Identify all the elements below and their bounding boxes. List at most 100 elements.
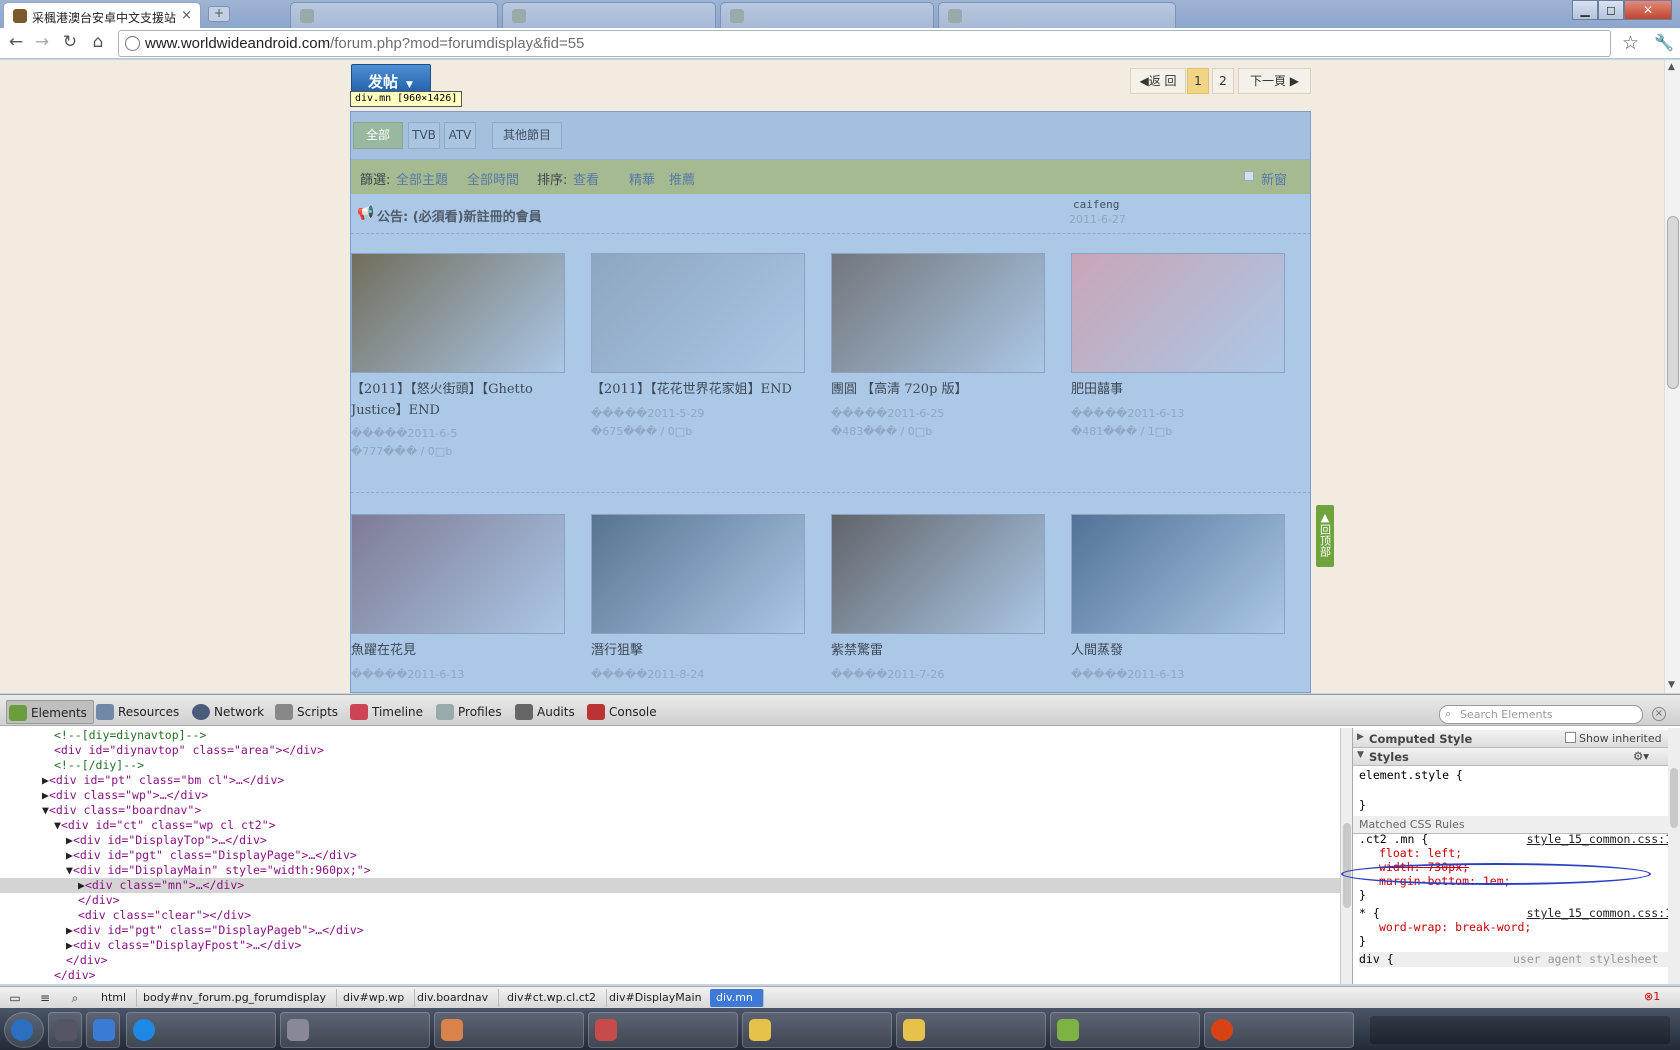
taskbar-item[interactable] — [86, 1012, 120, 1048]
console-drawer-icon[interactable]: ≡ — [36, 989, 54, 1007]
css-source-link[interactable]: style_15_common.css:1 — [1527, 832, 1672, 847]
taskbar-item[interactable] — [126, 1012, 276, 1048]
back-icon[interactable]: ← — [4, 30, 28, 54]
thread-thumbnail[interactable] — [351, 253, 565, 373]
css-property[interactable]: word-wrap: break-word; — [1379, 920, 1680, 935]
collapse-triangle-icon[interactable]: ▼ — [54, 818, 61, 832]
css-source-link[interactable]: style_15_common.css:1 — [1527, 906, 1672, 921]
search-elements-input[interactable]: ⌕ Search Elements — [1439, 705, 1643, 724]
scrollbar-thumb[interactable] — [1343, 823, 1351, 908]
thread-thumbnail[interactable] — [591, 514, 805, 634]
minimize-button[interactable]: ▁ — [1572, 0, 1598, 20]
thread-thumbnail[interactable] — [1071, 514, 1285, 634]
browser-tab-active[interactable]: 采楓港澳台安卓中文支援站 × — [3, 2, 201, 28]
thread-title[interactable]: 【2011】【怒火街頭】【Ghetto Justice】END — [351, 379, 565, 421]
home-icon[interactable]: ⌂ — [86, 30, 110, 54]
devtools-tab-resources[interactable]: Resources — [94, 700, 179, 724]
taskbar-item[interactable] — [1204, 1012, 1354, 1048]
close-window-button[interactable]: ✕ — [1624, 0, 1672, 20]
filter-all-topics[interactable]: 全部主題 — [396, 169, 448, 188]
dom-tree-scrollbar[interactable] — [1340, 728, 1352, 984]
devtools-tab-scripts[interactable]: Scripts — [273, 700, 338, 724]
tab-tvb[interactable]: TVB — [408, 122, 440, 149]
thread-title[interactable]: 【2011】【花花世界花家姐】END — [591, 379, 805, 400]
expand-triangle-icon[interactable]: ▶ — [42, 773, 49, 787]
back-to-top-button[interactable]: ▲ 回顶部 — [1316, 505, 1334, 567]
thread-title[interactable]: 團圓 【高清 720p 版】 — [831, 379, 1045, 400]
dom-node[interactable]: ▼<div id="DisplayMain" style="width:960p… — [0, 863, 1340, 878]
crumb-displaymain[interactable]: div#DisplayMain — [603, 989, 713, 1007]
expand-triangle-icon[interactable]: ▶ — [66, 923, 73, 937]
filter-digest[interactable]: 精華 — [629, 169, 655, 188]
dom-node[interactable]: ▶<div id="pgt" class="DisplayPageb">…</d… — [0, 923, 1340, 938]
page-info-icon[interactable] — [125, 36, 140, 51]
dom-node[interactable]: ▶<div id="pt" class="bm cl">…</div> — [0, 773, 1340, 788]
dom-node[interactable]: ▶<div class="wp">…</div> — [0, 788, 1340, 803]
taskbar-item[interactable] — [1050, 1012, 1200, 1048]
scroll-up-icon[interactable]: ▲ — [1668, 62, 1675, 72]
devtools-tab-profiles[interactable]: Profiles — [434, 700, 502, 724]
new-tab-button[interactable]: + — [208, 6, 230, 22]
scrollbar-thumb[interactable] — [1670, 768, 1678, 828]
dom-node[interactable]: ▶<div class="DisplayFpost">…</div> — [0, 938, 1340, 953]
expand-triangle-icon[interactable]: ▶ — [78, 878, 85, 892]
expand-triangle-icon[interactable]: ▶ — [66, 833, 73, 847]
expand-triangle-icon[interactable]: ▶ — [66, 938, 73, 952]
next-page-button[interactable]: 下一頁 ▶ — [1238, 68, 1311, 94]
forward-icon[interactable]: → — [30, 30, 54, 54]
collapse-triangle-icon[interactable]: ▼ — [66, 863, 73, 877]
bookmark-star-icon[interactable]: ☆ — [1622, 32, 1639, 54]
dom-node[interactable]: ▶<div id="DisplayTop">…</div> — [0, 833, 1340, 848]
styles-scrollbar[interactable] — [1668, 728, 1680, 984]
crumb-boardnav[interactable]: div.boardnav — [411, 989, 500, 1007]
announcement-author[interactable]: caifeng — [1073, 198, 1119, 211]
crumb-html[interactable]: html — [95, 989, 138, 1007]
new-window-label[interactable]: 新窗 — [1261, 169, 1287, 188]
styles-header[interactable]: ▼ Styles ⚙▾ — [1353, 748, 1671, 766]
collapse-triangle-icon[interactable]: ▼ — [42, 803, 49, 817]
thread-thumbnail[interactable] — [831, 253, 1045, 373]
filter-recommend[interactable]: 推薦 — [669, 169, 695, 188]
dom-node[interactable]: ▼<div class="boardnav"> — [0, 803, 1340, 818]
new-window-checkbox[interactable] — [1244, 171, 1254, 181]
announcement-row[interactable]: 📢 公告: (必須看)新註冊的會員 caifeng 2011-6-27 — [351, 194, 1310, 234]
devtools-tab-network[interactable]: Network — [190, 700, 264, 724]
thread-title[interactable]: 人間蒸發 — [1071, 640, 1285, 661]
tab-atv[interactable]: ATV — [444, 122, 476, 149]
devtools-tab-console[interactable]: Console — [585, 700, 657, 724]
taskbar-item[interactable] — [48, 1012, 82, 1048]
taskbar-item[interactable] — [280, 1012, 430, 1048]
taskbar-item[interactable] — [896, 1012, 1046, 1048]
crumb-ct[interactable]: div#ct.wp.cl.ct2 — [501, 989, 608, 1007]
thread-thumbnail[interactable] — [591, 253, 805, 373]
filter-all-time[interactable]: 全部時間 — [467, 169, 519, 188]
dom-node[interactable]: <div class="clear"></div> — [0, 908, 1340, 923]
css-property[interactable]: float: left; — [1379, 846, 1680, 861]
browser-tab[interactable] — [938, 2, 1176, 28]
thread-title[interactable]: 潛行狙擊 — [591, 640, 805, 661]
show-inherited-checkbox[interactable] — [1565, 732, 1576, 743]
browser-tab[interactable] — [290, 2, 498, 28]
dock-icon[interactable]: ▭ — [6, 989, 24, 1007]
dom-node[interactable]: </div> — [0, 953, 1340, 968]
dom-node[interactable]: <!--[diy=diynavtop]--> — [0, 728, 1340, 743]
start-button[interactable] — [4, 1012, 44, 1048]
dom-node[interactable]: </div> — [0, 893, 1340, 908]
scrollbar-thumb[interactable] — [1667, 216, 1679, 389]
dom-node[interactable]: ▼<div id="ct" class="wp cl ct2"> — [0, 818, 1340, 833]
crumb-body[interactable]: body#nv_forum.pg_forumdisplay — [137, 989, 338, 1007]
crumb-div-mn[interactable]: div.mn — [710, 989, 764, 1007]
tab-other-programs[interactable]: 其他節目 — [492, 122, 562, 149]
dom-node[interactable]: <!--[/diy]--> — [0, 758, 1340, 773]
thread-title[interactable]: 紫禁驚雷 — [831, 640, 1045, 661]
thread-thumbnail[interactable] — [831, 514, 1045, 634]
devtools-tab-audits[interactable]: Audits — [513, 700, 575, 724]
announcement-title[interactable]: 公告: (必須看)新註冊的會員 — [377, 206, 542, 225]
close-devtools-icon[interactable]: × — [1652, 707, 1666, 721]
tab-all[interactable]: 全部 — [353, 122, 403, 149]
taskbar-item[interactable] — [742, 1012, 892, 1048]
gear-icon[interactable]: ⚙▾ — [1633, 749, 1649, 763]
taskbar-item[interactable] — [434, 1012, 584, 1048]
inspect-search-icon[interactable]: ⌕ — [66, 989, 84, 1007]
error-count[interactable]: ⊗1 — [1644, 990, 1660, 1003]
